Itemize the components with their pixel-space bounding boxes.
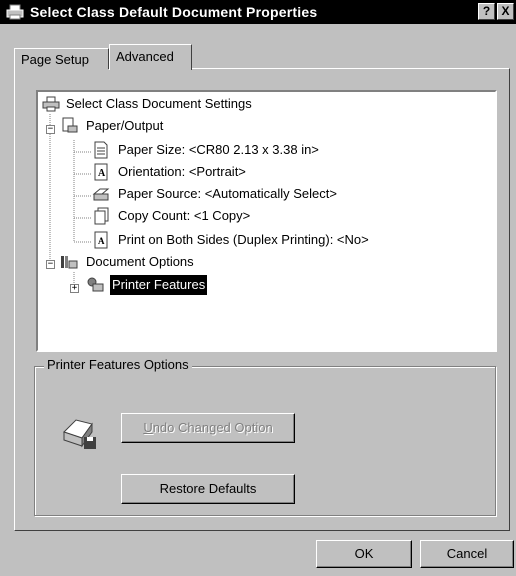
printer-features-icon bbox=[87, 277, 104, 292]
tree-item-paper-size[interactable]: Paper Size: <CR80 2.13 x 3.38 in> bbox=[92, 140, 452, 160]
restore-defaults-button[interactable]: Restore Defaults bbox=[121, 474, 295, 504]
tree-paper-output-label: Paper/Output bbox=[86, 118, 164, 133]
tree-root-label: Select Class Document Settings bbox=[66, 96, 252, 111]
close-button[interactable]: X bbox=[497, 3, 514, 20]
tree-item-label: Copy Count: <1 Copy> bbox=[118, 208, 251, 223]
tree-document-options-label: Document Options bbox=[86, 254, 194, 269]
undo-changed-option-button[interactable]: Undo Changed Option bbox=[121, 413, 295, 443]
tree-item-duplex[interactable]: A Print on Both Sides (Duplex Printing):… bbox=[92, 230, 492, 250]
help-button[interactable]: ? bbox=[478, 3, 495, 20]
expand-icon[interactable]: + bbox=[70, 284, 79, 293]
tree-item-orientation[interactable]: A Orientation: <Portrait> bbox=[92, 162, 452, 182]
document-options-icon bbox=[61, 256, 78, 269]
tree-root[interactable]: Select Class Document Settings bbox=[42, 94, 342, 114]
settings-tree[interactable]: Select Class Document Settings − Paper/O… bbox=[36, 90, 497, 352]
printer-icon bbox=[42, 96, 60, 112]
tree-printer-features[interactable]: Printer Features bbox=[86, 275, 286, 295]
tab-advanced[interactable]: Advanced bbox=[109, 44, 192, 70]
collapse-icon[interactable]: − bbox=[46, 260, 55, 269]
tab-page-setup-label: Page Setup bbox=[21, 52, 89, 67]
ok-label: OK bbox=[354, 546, 374, 561]
tree-item-label: Paper Size: <CR80 2.13 x 3.38 in> bbox=[118, 142, 319, 157]
document-icon bbox=[94, 141, 108, 159]
tree-document-options[interactable]: Document Options bbox=[60, 252, 260, 272]
tree-item-paper-source[interactable]: Paper Source: <Automatically Select> bbox=[92, 184, 452, 204]
tree-paper-output[interactable]: Paper/Output bbox=[60, 116, 260, 136]
printer-icon bbox=[6, 4, 24, 20]
title-bar[interactable]: Select Class Default Document Properties… bbox=[0, 0, 516, 24]
orientation-icon: A bbox=[94, 163, 108, 181]
paper-printer-icon bbox=[62, 117, 78, 133]
collapse-icon[interactable]: − bbox=[46, 125, 55, 134]
tree-item-label: Orientation: <Portrait> bbox=[118, 164, 246, 179]
tab-page-setup[interactable]: Page Setup bbox=[14, 48, 109, 69]
tree-item-label: Paper Source: <Automatically Select> bbox=[118, 186, 337, 201]
duplex-icon: A bbox=[94, 231, 108, 249]
tree-item-label: Print on Both Sides (Duplex Printing): <… bbox=[118, 232, 369, 247]
printer-settings-icon bbox=[63, 419, 96, 449]
cancel-button[interactable]: Cancel bbox=[420, 540, 514, 568]
tree-item-copy-count[interactable]: Copy Count: <1 Copy> bbox=[92, 206, 452, 226]
paper-tray-icon bbox=[92, 188, 110, 201]
window-title: Select Class Default Document Properties bbox=[30, 4, 318, 20]
tab-advanced-label: Advanced bbox=[116, 49, 174, 64]
tree-printer-features-label: Printer Features bbox=[110, 275, 208, 295]
restore-defaults-label: Restore Defaults bbox=[159, 481, 257, 496]
svg-text:A: A bbox=[98, 168, 106, 179]
svg-text:A: A bbox=[98, 236, 105, 246]
copies-icon bbox=[94, 207, 109, 225]
options-group-title: Printer Features Options bbox=[44, 357, 192, 373]
ok-button[interactable]: OK bbox=[316, 540, 412, 568]
cancel-label: Cancel bbox=[446, 546, 488, 561]
